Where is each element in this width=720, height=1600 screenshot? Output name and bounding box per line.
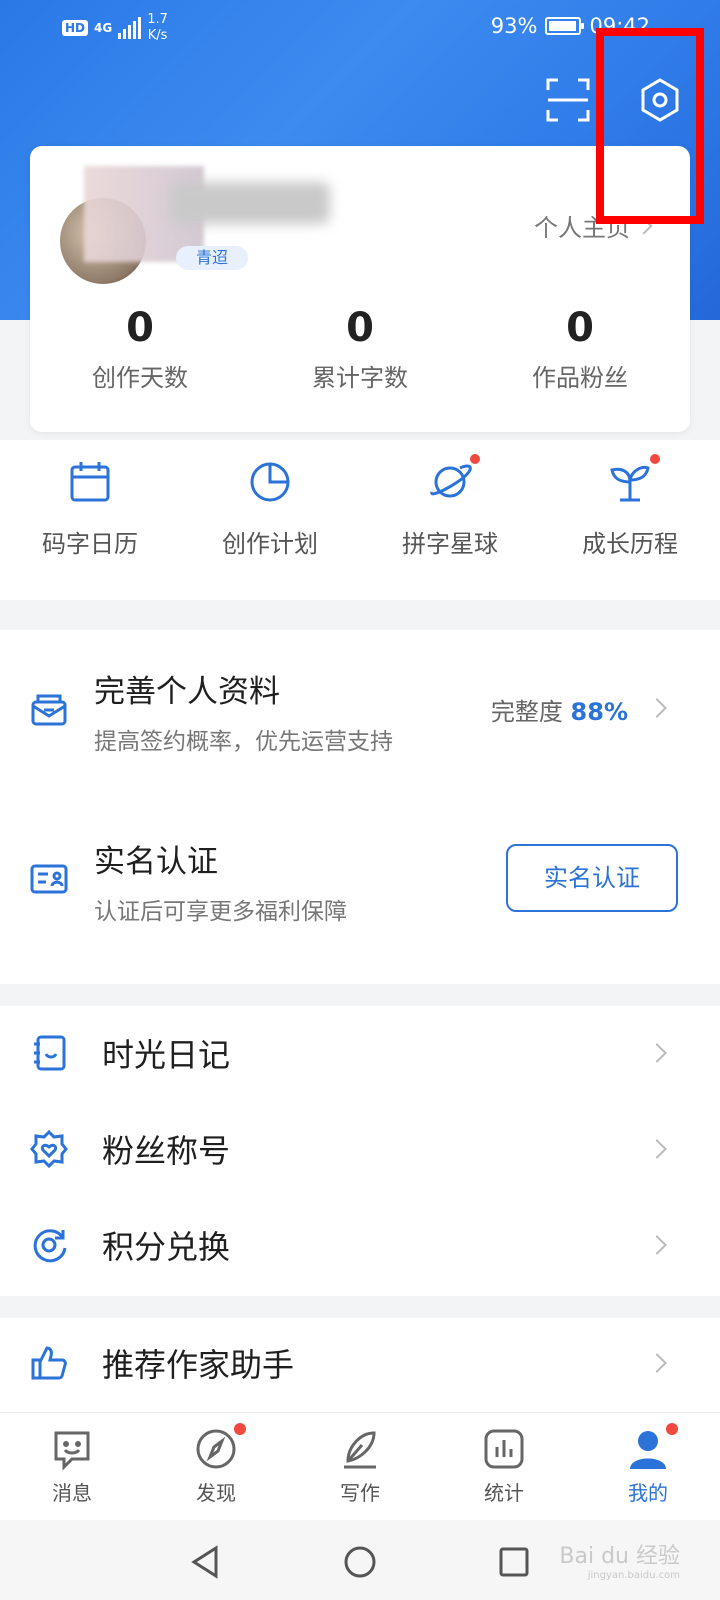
stat-label: 累计字数	[312, 364, 408, 392]
real-name-row: 实名认证 认证后可享更多福利保障 实名认证	[0, 800, 720, 984]
battery-percent: 93%	[490, 14, 538, 38]
planet-icon	[426, 454, 480, 506]
battery-fill	[549, 21, 576, 31]
nav-write[interactable]: 写作	[288, 1413, 432, 1520]
quick-label: 码字日历	[42, 530, 138, 558]
quick-planet[interactable]: 拼字星球	[360, 440, 540, 600]
system-nav-bar: Bai du 经验 jingyan.baidu.com	[0, 1520, 720, 1600]
chevron-right-icon	[647, 698, 667, 718]
network-speed-unit: K/s	[147, 28, 168, 43]
menu-section: 时光日记 粉丝称号 积分兑换	[0, 1006, 720, 1296]
notification-dot	[666, 1423, 678, 1435]
complete-profile-subtitle: 提高签约概率，优先运营支持	[94, 729, 393, 755]
chevron-right-icon	[647, 1353, 667, 1373]
chevron-right-icon	[647, 1043, 667, 1063]
notification-dot	[470, 454, 480, 464]
scan-icon[interactable]	[544, 76, 592, 124]
points-exchange-icon	[30, 1226, 68, 1264]
status-left: HD 4G 1.7 K/s	[62, 12, 168, 44]
nav-label: 写作	[340, 1481, 380, 1505]
calendar-icon	[66, 458, 114, 506]
diary-icon	[30, 1034, 68, 1072]
watermark-url: jingyan.baidu.com	[587, 1570, 680, 1581]
menu-item-diary[interactable]: 时光日记	[0, 1006, 720, 1102]
recommend-section: 推荐作家助手	[0, 1318, 720, 1412]
menu-item-fan-title[interactable]: 粉丝称号	[0, 1102, 720, 1198]
stat-label: 作品粉丝	[532, 364, 628, 392]
bar-chart-icon	[482, 1427, 526, 1471]
fan-badge-icon	[30, 1129, 68, 1169]
stat-value: 0	[566, 305, 594, 351]
stat-creation-days[interactable]: 0 创作天数	[30, 302, 250, 402]
menu-item-label: 时光日记	[102, 1036, 231, 1074]
home-icon[interactable]	[340, 1542, 380, 1582]
completeness-value: 88%	[570, 698, 628, 726]
nav-label: 统计	[484, 1481, 524, 1505]
profile-card: 青迢 个人主页 0 创作天数 0 累计字数 0 作品粉丝	[30, 146, 690, 432]
signal-icon	[118, 17, 142, 39]
network-type: 4G	[94, 21, 113, 35]
message-icon	[50, 1427, 94, 1471]
network-speed-value: 1.7	[147, 12, 168, 27]
complete-profile-title: 完善个人资料	[94, 674, 280, 710]
network-speed: 1.7 K/s	[147, 12, 168, 44]
back-icon[interactable]	[186, 1542, 226, 1582]
quick-growth[interactable]: 成长历程	[540, 440, 720, 600]
nav-messages[interactable]: 消息	[0, 1413, 144, 1520]
thumbs-up-icon	[30, 1344, 68, 1382]
real-name-verify-button[interactable]: 实名认证	[506, 844, 678, 912]
stat-label: 创作天数	[92, 364, 188, 392]
nav-label: 消息	[52, 1481, 92, 1505]
menu-item-label: 积分兑换	[102, 1228, 231, 1266]
notification-dot	[650, 454, 660, 464]
bottom-nav: 消息 发现 写作 统计 我的	[0, 1412, 720, 1520]
annotation-highlight-box	[596, 28, 704, 224]
watermark-text: Bai du 经验	[559, 1544, 680, 1569]
watermark: Bai du 经验 jingyan.baidu.com	[559, 1538, 680, 1581]
quick-calendar[interactable]: 码字日历	[0, 440, 180, 600]
nav-label: 我的	[628, 1481, 668, 1505]
stat-fans[interactable]: 0 作品粉丝	[470, 302, 690, 402]
stat-value: 0	[346, 305, 374, 351]
recents-icon[interactable]	[494, 1542, 534, 1582]
profile-section: 完善个人资料 提高签约概率，优先运营支持 完整度 88% 实名认证 认证后可享更…	[0, 630, 720, 984]
pie-chart-icon	[246, 458, 294, 506]
quick-actions: 码字日历 创作计划 拼字星球 成长历程	[0, 440, 720, 600]
menu-item-label: 粉丝称号	[102, 1132, 231, 1170]
nav-label: 发现	[196, 1481, 236, 1505]
stat-total-words[interactable]: 0 累计字数	[250, 302, 470, 402]
chevron-right-icon	[647, 1139, 667, 1159]
compass-icon	[194, 1423, 246, 1471]
profile-card-icon	[30, 690, 68, 728]
id-card-icon	[30, 860, 68, 898]
notification-dot	[234, 1423, 246, 1435]
menu-item-points[interactable]: 积分兑换	[0, 1198, 720, 1294]
nav-discover[interactable]: 发现	[144, 1413, 288, 1520]
username-blurred	[170, 182, 330, 224]
completeness-label: 完整度	[490, 698, 563, 726]
menu-item-recommend[interactable]: 推荐作家助手	[0, 1318, 720, 1412]
nav-mine[interactable]: 我的	[576, 1413, 720, 1520]
nav-statistics[interactable]: 统计	[432, 1413, 576, 1520]
level-badge: 青迢	[176, 246, 248, 270]
hd-badge: HD	[62, 20, 89, 36]
battery-icon	[545, 17, 585, 35]
sprout-icon	[606, 454, 660, 506]
real-name-title: 实名认证	[94, 844, 218, 880]
quick-label: 创作计划	[222, 530, 318, 558]
feather-pen-icon	[338, 1427, 382, 1471]
quick-plan[interactable]: 创作计划	[180, 440, 360, 600]
person-icon	[626, 1423, 678, 1471]
menu-item-label: 推荐作家助手	[102, 1346, 295, 1384]
complete-profile-row[interactable]: 完善个人资料 提高签约概率，优先运营支持 完整度 88%	[0, 630, 720, 800]
stats-row: 0 创作天数 0 累计字数 0 作品粉丝	[30, 302, 690, 402]
quick-label: 成长历程	[582, 530, 678, 558]
chevron-right-icon	[647, 1235, 667, 1255]
quick-label: 拼字星球	[402, 530, 498, 558]
completeness: 完整度 88%	[491, 692, 628, 727]
stat-value: 0	[126, 305, 154, 351]
real-name-subtitle: 认证后可享更多福利保障	[94, 899, 347, 925]
